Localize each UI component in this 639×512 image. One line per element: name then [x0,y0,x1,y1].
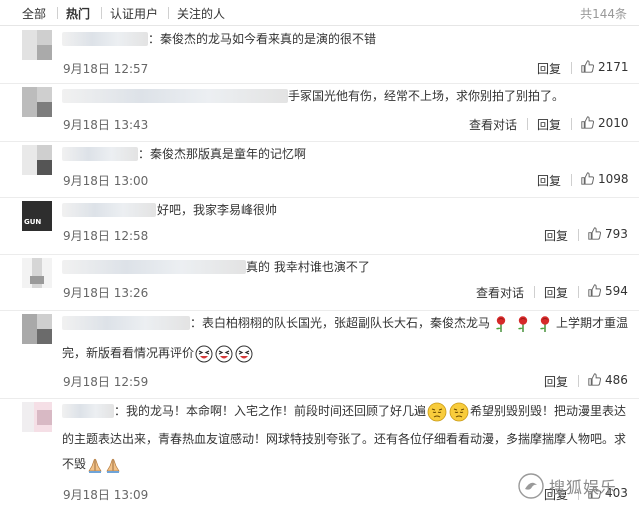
comment-time: 9月18日 13:26 [63,286,149,300]
crying-face-icon [427,402,447,421]
comment-time: 9月18日 12:57 [63,62,149,76]
comment-text-line: ：我的龙马！本命啊！入宅之作！前段时间还回顾了好几遍 希望别毁别毁！把动漫里表达 [114,400,626,422]
laughing-face-icon [215,345,233,362]
reply-button[interactable]: 回复 [544,373,568,390]
avatar[interactable] [22,30,52,60]
sohu-fox-logo-icon [518,473,544,499]
username-blurred[interactable] [62,316,190,330]
reply-button[interactable]: 回复 [537,60,561,77]
username-blurred[interactable] [62,404,114,418]
comment-text-line: 不毁 [62,453,122,475]
action-divider [571,118,572,130]
comment-text-line: ：表白柏栩栩的队长国光，张超副队长大石，秦俊杰龙马 上学期才重温 [190,312,628,334]
action-divider [578,375,579,387]
comment-text-part: 不毁 [62,457,87,471]
like-count: 594 [605,284,628,298]
comment-time: 9月18日 12:58 [63,229,149,243]
comment-text: 手冢国光他有伤，经常不上场，求你别拍了别拍了。 [288,89,565,103]
tab-divider [57,7,58,19]
comment-item: 手冢国光他有伤，经常不上场，求你别拍了别拍了。 9月18日 13:43 查看对话… [0,84,639,142]
like-count: 793 [605,227,628,241]
action-divider [578,229,579,241]
laughing-face-icon [195,345,213,362]
comment-text-line: 的主题表达出来，青春热血友谊感动！网球特技别夸张了。还有各位仔细看看动漫，多揣摩… [62,432,627,446]
thumbs-up-icon[interactable] [581,60,594,73]
comment-item: GUN 好吧，我家李易峰很帅 9月18日 12:58 回复 793 [0,198,639,255]
avatar[interactable] [22,402,52,432]
tab-verified-users[interactable]: 认证用户 [110,5,158,22]
comment-item: 真的 我幸村谁也演不了 9月18日 13:26 查看对话 回复 594 [0,255,639,311]
comment-text: 真的 我幸村谁也演不了 [246,260,370,274]
comment-text: ：秦俊杰那版真是童年的记忆啊 [138,147,307,161]
avatar[interactable] [22,314,52,344]
tab-following[interactable]: 关注的人 [177,5,225,22]
action-divider [527,118,528,130]
rose-icon [496,315,506,332]
action-divider [571,174,572,186]
watermark-text: 搜狐娱乐 [549,478,618,497]
avatar[interactable] [22,145,52,175]
comment-total-count: 共144条 [580,7,627,21]
like-count: 2171 [598,60,629,74]
username-blurred[interactable] [62,203,156,217]
username-blurred[interactable] [62,89,288,103]
comment-time: 9月18日 12:59 [63,375,149,389]
action-divider [578,286,579,298]
action-divider [534,286,535,298]
like-count: 486 [605,373,628,387]
avatar[interactable] [22,258,52,288]
thumbs-up-icon[interactable] [588,227,601,240]
username-blurred[interactable] [62,32,148,46]
sohu-entertainment-watermark: 搜狐娱乐 [511,462,631,506]
thumbs-up-icon[interactable] [588,284,601,297]
username-blurred[interactable] [62,260,246,274]
view-conversation-button[interactable]: 查看对话 [469,116,517,133]
comment-text-part: 上学期才重温 [556,316,629,330]
tab-hot[interactable]: 热门 [66,5,90,22]
comment-text: 好吧，我家李易峰很帅 [157,203,278,217]
comment-time: 9月18日 13:00 [63,174,149,188]
like-count: 2010 [598,116,629,130]
comment-time: 9月18日 13:43 [63,118,149,132]
reply-button[interactable]: 回复 [544,284,568,301]
username-blurred[interactable] [62,147,138,161]
praying-hands-icon [88,458,102,473]
tab-all[interactable]: 全部 [22,5,46,22]
comment-text: ：秦俊杰的龙马如今看来真的是演的很不错 [148,32,377,46]
tab-divider [168,7,169,19]
comment-filter-tabs: 全部 热门 认证用户 关注的人 共144条 [0,0,639,26]
reply-button[interactable]: 回复 [544,227,568,244]
comment-text-part: 希望别毁别毁！把动漫里表达 [470,404,627,418]
thumbs-up-icon[interactable] [581,172,594,185]
reply-button[interactable]: 回复 [537,116,561,133]
tab-divider [101,7,102,19]
avatar[interactable] [22,87,52,117]
comment-text-part: ：表白柏栩栩的队长国光，张超副队长大石，秦俊杰龙马 [190,316,491,330]
praying-hands-icon [106,458,120,473]
reply-button[interactable]: 回复 [537,172,561,189]
crying-face-icon [449,402,469,421]
rose-icon [540,315,550,332]
avatar[interactable]: GUN [22,201,52,231]
laughing-face-icon [235,345,253,362]
action-divider [571,62,572,74]
thumbs-up-icon[interactable] [581,116,594,129]
comment-text-line: 完，新版看看情况再评价 [62,342,254,364]
comment-text-part: 完，新版看看情况再评价 [62,346,195,360]
rose-icon [518,315,528,332]
view-conversation-button[interactable]: 查看对话 [476,284,524,301]
comment-text-part: ：我的龙马！本命啊！入宅之作！前段时间还回顾了好几遍 [114,404,427,418]
comment-time: 9月18日 13:09 [63,488,149,502]
comment-item: ：秦俊杰那版真是童年的记忆啊 9月18日 13:00 回复 1098 [0,142,639,198]
thumbs-up-icon[interactable] [588,373,601,386]
like-count: 1098 [598,172,629,186]
comment-item: ：表白柏栩栩的队长国光，张超副队长大石，秦俊杰龙马 上学期才重温 完，新版看看情况… [0,311,639,399]
comment-item: ：秦俊杰的龙马如今看来真的是演的很不错 9月18日 12:57 回复 2171 [0,27,639,84]
